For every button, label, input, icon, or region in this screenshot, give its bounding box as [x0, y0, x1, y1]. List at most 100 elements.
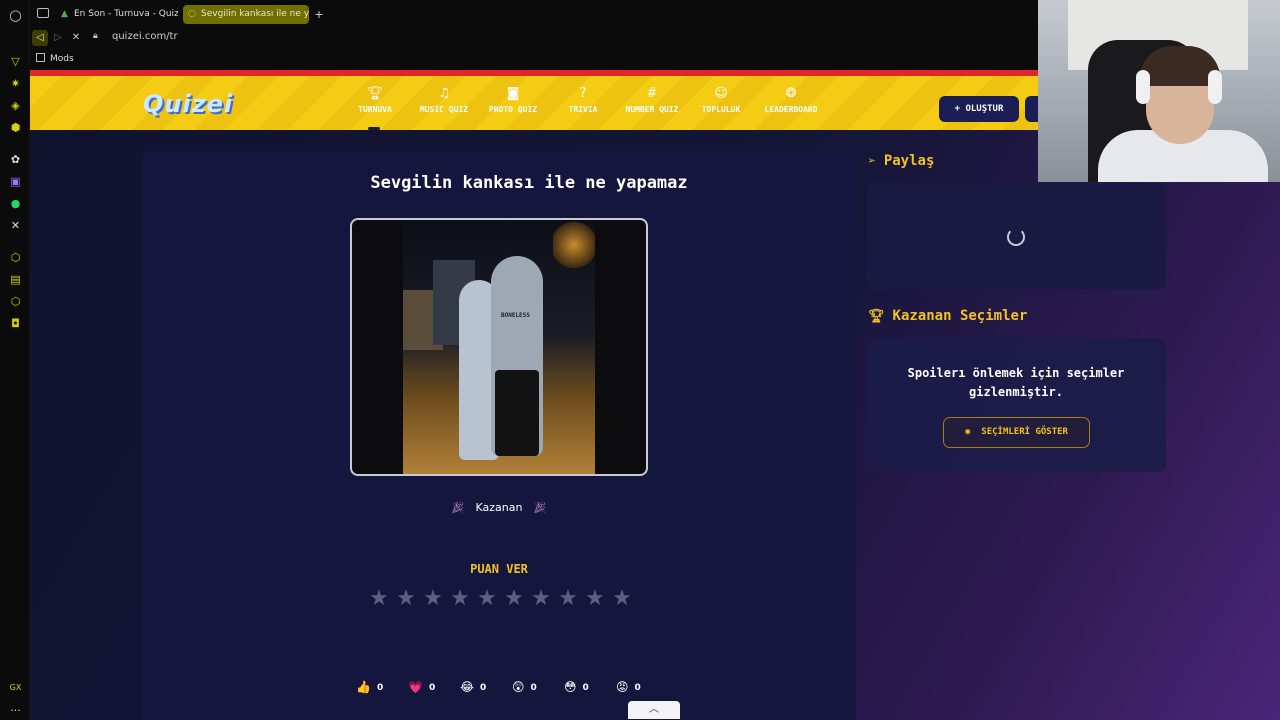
settings-icon[interactable]: ◘ — [9, 317, 22, 330]
reaction-count: 0 — [582, 683, 589, 693]
tab-label: Sevgilin kankası ile ne yap — [201, 9, 309, 19]
star-rating[interactable]: ★ ★ ★ ★ ★ ★ ★ ★ ★ ★ — [367, 586, 637, 612]
reaction-bar: 👍 0 💗 0 😂 0 😲 0 😳 0 😡 0 — [356, 678, 676, 696]
reaction-count: 0 — [428, 683, 436, 693]
headset-icon — [1136, 70, 1150, 104]
chatgpt-icon[interactable]: ✿ — [9, 153, 22, 166]
scroll-to-top-button[interactable]: ︿ — [628, 701, 680, 719]
address-bar-row — [30, 28, 1038, 48]
heart-icon: 💗 — [408, 680, 423, 694]
photo-tree — [553, 220, 595, 270]
party-popper-icon: 🎉︎ — [532, 501, 547, 514]
nav-trivia[interactable]: ? TRIVIA — [548, 86, 618, 114]
gx-cleaner-icon[interactable]: ⬢ — [9, 121, 22, 134]
x-twitter-icon[interactable]: ✕ — [9, 219, 22, 232]
star-icon[interactable]: ★ — [556, 586, 580, 612]
winners-title: Kazanan Seçimler — [892, 308, 1028, 324]
reaction-shocked[interactable]: 😲 0 — [512, 678, 537, 697]
winner-label: 🎉︎ Kazanan 🎉︎ — [30, 501, 968, 514]
show-choices-button[interactable]: ◉ SEÇİMLERİ GÖSTER — [943, 417, 1090, 448]
trophy-icon: 🏆︎ — [366, 86, 384, 101]
reaction-thumbs-up[interactable]: 👍 0 — [356, 678, 383, 697]
nav-label: LEADERBOARD — [764, 105, 818, 114]
star-icon[interactable]: ★ — [502, 586, 526, 612]
reaction-flushed[interactable]: 😳 0 — [564, 678, 589, 697]
star-icon[interactable]: ★ — [610, 586, 634, 612]
quizei-logo[interactable]: Quizei — [143, 90, 233, 118]
star-icon[interactable]: ★ — [583, 586, 607, 612]
star-icon[interactable]: ★ — [367, 586, 391, 612]
loading-spinner-icon — [1007, 228, 1025, 246]
more-icon[interactable]: ... — [9, 701, 22, 714]
browser-sidebar: ◯ ▽ ✷ ◈ ⬢ ✿ ▣ ● ✕ ⬡ ▤ ⬡ ◘ GX ... — [0, 0, 30, 720]
extensions-icon[interactable]: ⬡ — [9, 251, 22, 264]
winner-photo: BONELESS — [403, 220, 595, 474]
loading-spinner-icon: ◌ — [188, 9, 196, 19]
nav-label: MUSIC QUIZ — [419, 105, 469, 114]
nav-photo-quiz[interactable]: ◙ PHOTO QUIZ — [478, 86, 548, 114]
tab-en-son[interactable]: ▲ En Son - Turnuva - Quizei — [56, 5, 178, 24]
opera-logo-icon[interactable]: ◯ — [9, 9, 22, 22]
tabs-icon[interactable]: ▤ — [9, 273, 22, 286]
photo-hoodie-text: BONELESS — [501, 312, 530, 319]
rate-title: PUAN VER — [470, 562, 528, 576]
twitch-icon[interactable]: ▣ — [9, 175, 22, 188]
nav-turnuva[interactable]: 🏆︎ TURNUVA — [340, 86, 410, 114]
reaction-count: 0 — [376, 683, 384, 693]
reaction-heart[interactable]: 💗 0 — [408, 678, 435, 697]
whatsapp-icon[interactable]: ● — [9, 197, 22, 210]
webcam-overlay — [1038, 0, 1280, 182]
thumbs-up-icon: 👍 — [356, 680, 371, 694]
nav-leaderboard[interactable]: ❂ LEADERBOARD — [756, 86, 826, 114]
star-icon[interactable]: ★ — [529, 586, 553, 612]
laugh-icon: 😂 — [460, 680, 475, 694]
history-icon[interactable]: ⬡ — [9, 295, 22, 308]
winner-image-frame[interactable]: BONELESS — [350, 218, 648, 476]
flushed-icon: 😳 — [564, 680, 577, 694]
mods-icon — [36, 53, 45, 62]
star-icon[interactable]: ★ — [394, 586, 418, 612]
users-icon: ☺ — [714, 86, 728, 101]
reaction-count: 0 — [634, 683, 641, 693]
active-nav-indicator — [368, 127, 380, 130]
lock-icon: 🔒︎ — [93, 31, 98, 41]
quizei-favicon-icon: ▲ — [61, 9, 68, 19]
bookmarks-bar — [30, 48, 1038, 70]
show-choices-label: SEÇİMLERİ GÖSTER — [981, 427, 1068, 437]
nav-label: TURNUVA — [358, 105, 392, 114]
bookmark-mods[interactable]: Mods — [36, 53, 74, 64]
url-field[interactable]: quizei.com/tr — [112, 31, 178, 42]
reaction-laugh[interactable]: 😂 0 — [460, 678, 486, 697]
gx-speed-dial-icon[interactable]: ▽ — [9, 55, 22, 68]
nav-label: TRIVIA — [568, 105, 598, 114]
reaction-angry[interactable]: 😡 0 — [616, 678, 641, 697]
create-button[interactable]: + OLUŞTUR — [939, 96, 1019, 122]
trophy-icon: 🏆︎ — [868, 309, 885, 324]
screen: ◯ ▽ ✷ ◈ ⬢ ✿ ▣ ● ✕ ⬡ ▤ ⬡ ◘ GX ... ▲ En So… — [0, 0, 1280, 720]
star-icon[interactable]: ★ — [421, 586, 445, 612]
gx-label: GX — [9, 683, 22, 692]
share-heading: ➢ Paylaş — [868, 153, 934, 169]
gx-control-icon[interactable]: ✷ — [9, 77, 22, 90]
star-icon[interactable]: ★ — [448, 586, 472, 612]
back-icon[interactable]: ◁ — [32, 30, 48, 46]
spoiler-notice: Spoilerı önlemek için seçimler gizlenmiş… — [907, 366, 1125, 399]
hash-icon: # — [646, 86, 658, 101]
star-icon[interactable]: ★ — [475, 586, 499, 612]
angry-icon: 😡 — [616, 680, 629, 694]
forward-icon[interactable]: ▷ — [50, 30, 66, 46]
shocked-icon: 😲 — [512, 680, 525, 694]
new-tab-button[interactable]: + — [310, 5, 328, 24]
tab-current[interactable]: ◌ Sevgilin kankası ile ne yap — [183, 5, 309, 24]
music-icon: ♫ — [438, 86, 450, 101]
gx-corner-icon[interactable]: ◈ — [9, 99, 22, 112]
workspace-icon[interactable] — [37, 8, 49, 18]
nav-topluluk[interactable]: ☺ TOPLULUK — [686, 86, 756, 114]
nav-music-quiz[interactable]: ♫ MUSIC QUIZ — [409, 86, 479, 114]
tab-bar: ▲ En Son - Turnuva - Quizei ◌ Sevgilin k… — [30, 0, 1038, 28]
nav-number-quiz[interactable]: # NUMBER QUIZ — [617, 86, 687, 114]
nav-label: TOPLULUK — [701, 105, 741, 114]
party-popper-icon: 🎉︎ — [451, 501, 466, 514]
camera-icon: ◙ — [506, 86, 520, 101]
stop-loading-icon[interactable]: ✕ — [68, 30, 84, 46]
